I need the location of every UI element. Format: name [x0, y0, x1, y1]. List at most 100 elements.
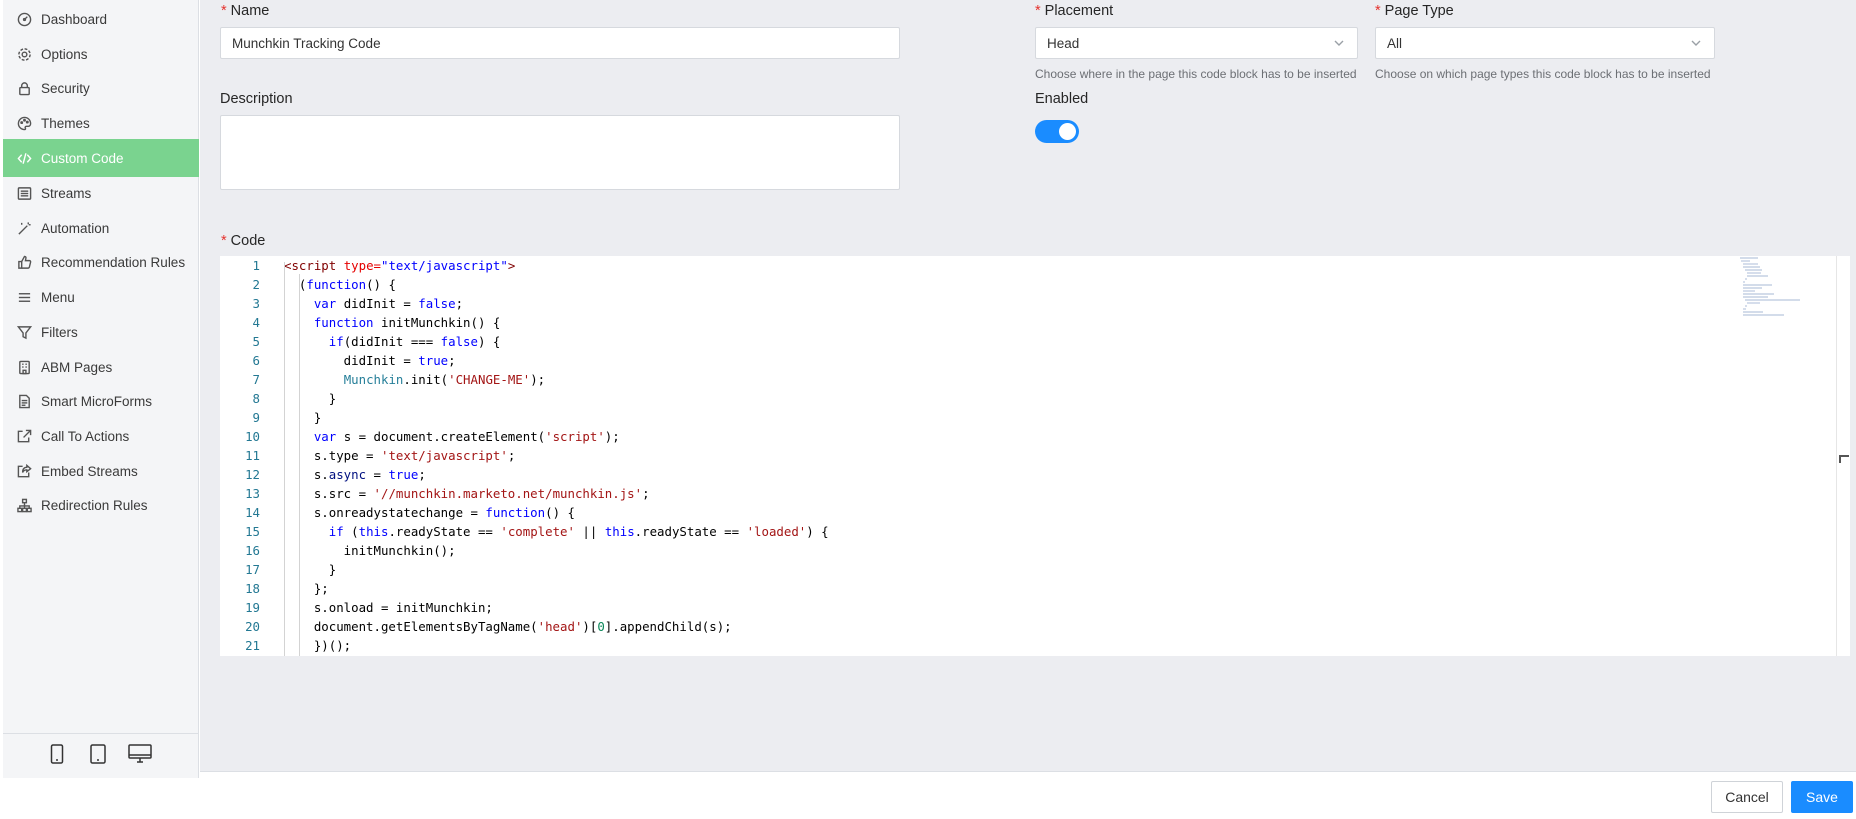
code-line: 9 }	[220, 408, 1720, 427]
code-token: };	[284, 581, 329, 596]
cancel-button[interactable]: Cancel	[1711, 781, 1783, 813]
chevron-down-icon	[1690, 37, 1702, 52]
sidebar-item-security[interactable]: Security	[3, 69, 199, 107]
code-text: <script type="text/javascript">	[284, 256, 515, 275]
desktop-icon[interactable]	[128, 744, 152, 767]
tablet-icon[interactable]	[90, 744, 106, 767]
scroll-position-marker	[1839, 455, 1849, 463]
code-token: ;	[507, 448, 516, 463]
code-token: >	[507, 258, 516, 273]
sitemap-icon	[16, 497, 32, 513]
sidebar-item-automation[interactable]: Automation	[3, 209, 199, 247]
code-token: 'script'	[545, 429, 605, 444]
code-line: 13 s.src = '//munchkin.marketo.net/munch…	[220, 484, 1720, 503]
toggle-knob	[1059, 123, 1076, 140]
code-token: '//munchkin.marketo.net/munchkin.js'	[373, 486, 643, 501]
code-token: 'complete'	[500, 524, 575, 539]
sidebar-item-smart-microforms[interactable]: Smart MicroForms	[3, 382, 199, 420]
code-token: Munchkin	[343, 372, 404, 387]
code-token: }	[284, 391, 337, 406]
code-line: 5 if(didInit === false) {	[220, 332, 1720, 351]
code-text: s.onload = initMunchkin;	[284, 598, 493, 617]
indent-guide	[299, 274, 300, 656]
code-text: }	[284, 560, 336, 579]
editor-scrollbar[interactable]	[1836, 256, 1850, 656]
code-token: async	[328, 467, 367, 482]
sidebar-item-label: Recommendation Rules	[41, 254, 186, 270]
sidebar-item-call-to-actions[interactable]: Call To Actions	[3, 417, 199, 455]
code-token: this	[604, 524, 635, 539]
sidebar-item-redirection-rules[interactable]: Redirection Rules	[3, 486, 199, 524]
code-text: (function() {	[284, 275, 396, 294]
code-token: )[	[582, 619, 598, 634]
name-label: * Name	[221, 3, 270, 19]
sidebar-item-custom-code[interactable]: Custom Code	[3, 139, 199, 177]
device-preview-bar	[3, 733, 199, 778]
share-icon	[16, 463, 32, 479]
code-line: 17 }	[220, 560, 1720, 579]
code-token: .readyState ==	[634, 524, 747, 539]
code-token: s.src =	[284, 486, 374, 501]
code-minimap[interactable]	[1738, 256, 1828, 316]
code-line: 10 var s = document.createElement('scrip…	[220, 427, 1720, 446]
code-text: initMunchkin();	[284, 541, 456, 560]
external-link-icon	[16, 428, 32, 444]
sidebar-item-label: Themes	[41, 115, 90, 131]
sidebar-item-label: ABM Pages	[41, 359, 113, 375]
code-text: }	[284, 408, 321, 427]
line-number: 21	[245, 638, 260, 653]
code-token: ;	[418, 467, 426, 482]
code-token: function	[313, 315, 374, 330]
code-token: this	[358, 524, 389, 539]
sidebar-item-options[interactable]: Options	[3, 35, 199, 73]
save-button[interactable]: Save	[1791, 781, 1853, 813]
placement-label: * Placement	[1035, 3, 1114, 19]
description-textarea[interactable]	[220, 115, 900, 190]
line-number: 15	[245, 524, 260, 539]
line-number: 5	[252, 334, 260, 349]
sidebar-item-menu[interactable]: Menu	[3, 278, 199, 316]
page-type-label: * Page Type	[1375, 3, 1454, 19]
sidebar-item-embed-streams[interactable]: Embed Streams	[3, 452, 199, 490]
indent-guide	[284, 262, 285, 656]
code-token: () {	[545, 505, 575, 520]
sidebar-item-abm-pages[interactable]: ABM Pages	[3, 348, 199, 386]
sidebar-item-label: Embed Streams	[41, 463, 138, 479]
page-type-hint: Choose on which page types this code blo…	[1375, 67, 1711, 81]
sidebar-item-recommendation-rules[interactable]: Recommendation Rules	[3, 243, 199, 281]
sidebar-item-dashboard[interactable]: Dashboard	[3, 0, 199, 38]
code-token: (didInit ===	[343, 334, 441, 349]
enabled-toggle[interactable]	[1035, 120, 1079, 143]
line-number: 3	[252, 296, 260, 311]
sidebar-item-themes[interactable]: Themes	[3, 104, 199, 142]
code-token: );	[530, 372, 546, 387]
enabled-label: Enabled	[1035, 91, 1089, 107]
code-line: 6 didInit = true;	[220, 351, 1720, 370]
code-token: s = document.createElement(	[336, 429, 546, 444]
sidebar-item-streams[interactable]: Streams	[3, 174, 199, 212]
code-line: 8 }	[220, 389, 1720, 408]
code-token: initMunchkin();	[284, 543, 456, 558]
code-text: didInit = true;	[284, 351, 456, 370]
name-input[interactable]: Munchkin Tracking Code	[220, 27, 900, 59]
gear-icon	[16, 46, 32, 62]
sidebar-item-label: Call To Actions	[41, 428, 130, 444]
code-line: 4 function initMunchkin() {	[220, 313, 1720, 332]
mobile-icon[interactable]	[50, 744, 64, 767]
code-token: false	[418, 296, 456, 311]
page-type-select[interactable]: All	[1375, 27, 1715, 59]
code-line: 16 initMunchkin();	[220, 541, 1720, 560]
sidebar-item-filters[interactable]: Filters	[3, 313, 199, 351]
code-text: if(didInit === false) {	[284, 332, 501, 351]
code-line: 7 Munchkin.init('CHANGE-ME');	[220, 370, 1720, 389]
code-token: 'text/javascript'	[380, 448, 508, 463]
code-text: Munchkin.init('CHANGE-ME');	[284, 370, 545, 389]
sidebar-item-label: Smart MicroForms	[41, 393, 152, 409]
placement-select[interactable]: Head	[1035, 27, 1358, 59]
sidebar-item-label: Redirection Rules	[41, 497, 148, 513]
footer-actions: Cancel Save	[200, 771, 1856, 819]
code-editor[interactable]: 1 <script type="text/javascript"> 2 (funct…	[220, 256, 1850, 656]
line-number: 18	[245, 581, 260, 596]
code-text: }	[284, 389, 336, 408]
